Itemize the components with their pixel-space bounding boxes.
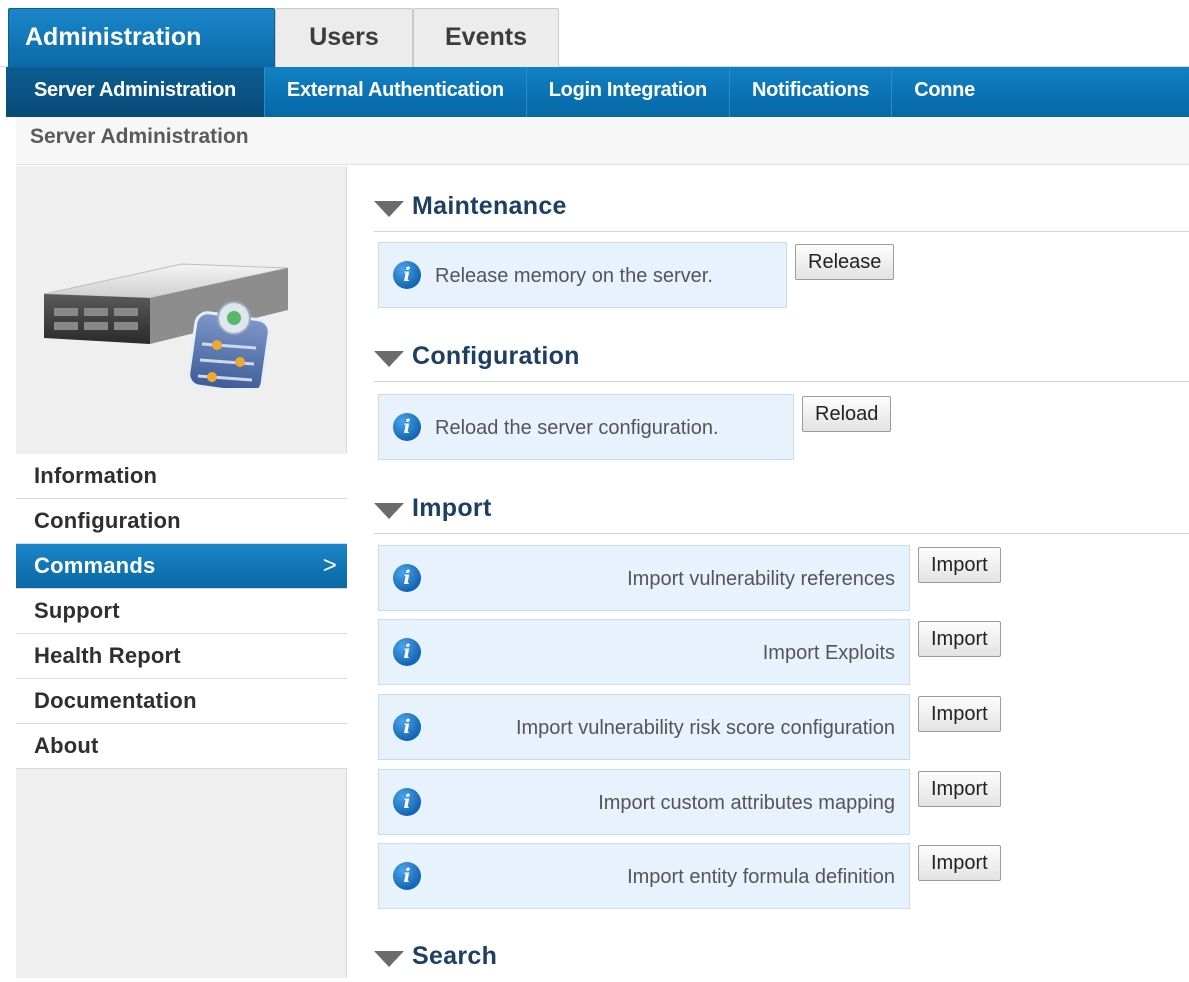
collapse-triangle-icon	[374, 951, 404, 967]
sidebar-item-commands[interactable]: Commands >	[16, 544, 347, 589]
sidebar-item-support[interactable]: Support	[16, 589, 347, 634]
top-tab-bar: Administration Users Events	[0, 0, 1189, 67]
import-custom-attributes-button[interactable]: Import	[918, 771, 1001, 807]
tab-events[interactable]: Events	[413, 8, 559, 67]
sidebar-item-label: Health Report	[34, 643, 181, 668]
sidebar-item-information[interactable]: Information	[16, 454, 347, 499]
command-import-risk-score-configuration: i Import vulnerability risk score config…	[378, 694, 910, 760]
command-description: Reload the server configuration.	[435, 417, 719, 439]
command-reload-configuration: i Reload the server configuration.	[378, 394, 794, 460]
subtab-server-administration[interactable]: Server Administration	[6, 67, 265, 117]
command-description: Release memory on the server.	[435, 265, 713, 287]
server-settings-icon	[43, 263, 289, 388]
collapse-triangle-icon	[374, 351, 404, 367]
chevron-right-icon: >	[322, 552, 337, 579]
sidebar: Information Configuration Commands > Supp…	[16, 166, 347, 978]
collapse-triangle-icon	[374, 503, 404, 519]
section-configuration-header[interactable]: Configuration	[374, 342, 1189, 382]
sidebar-item-label: About	[34, 733, 99, 758]
command-import-custom-attributes-mapping: i Import custom attributes mapping	[378, 769, 910, 835]
section-title: Search	[412, 942, 498, 970]
info-icon: i	[393, 261, 421, 289]
command-description: Import vulnerability risk score configur…	[515, 717, 895, 739]
command-import-exploits: i Import Exploits	[378, 619, 910, 685]
section-import-header[interactable]: Import	[374, 494, 1189, 534]
sidebar-item-documentation[interactable]: Documentation	[16, 679, 347, 724]
sidebar-item-label: Documentation	[34, 688, 197, 713]
sidebar-item-label: Commands	[34, 553, 156, 578]
info-icon: i	[393, 862, 421, 890]
subtab-connectors[interactable]: Conne	[892, 67, 997, 117]
import-entity-formula-button[interactable]: Import	[918, 845, 1001, 881]
section-maintenance-header[interactable]: Maintenance	[374, 192, 1189, 232]
breadcrumb: Server Administration	[16, 117, 1189, 165]
info-icon: i	[393, 564, 421, 592]
import-exploits-button[interactable]: Import	[918, 621, 1001, 657]
info-icon: i	[393, 788, 421, 816]
sidebar-item-configuration[interactable]: Configuration	[16, 499, 347, 544]
sidebar-item-label: Support	[34, 598, 120, 623]
sidebar-item-label: Configuration	[34, 508, 181, 533]
section-title: Configuration	[412, 342, 580, 370]
sub-nav-bar: Server Administration External Authentica…	[6, 67, 1189, 117]
command-description: Import vulnerability references	[627, 568, 895, 590]
command-import-vulnerability-references: i Import vulnerability references	[378, 545, 910, 611]
section-search-header[interactable]: Search	[374, 942, 1189, 982]
sidebar-menu: Information Configuration Commands > Supp…	[16, 454, 347, 769]
sidebar-item-label: Information	[34, 463, 158, 488]
sidebar-item-about[interactable]: About	[16, 724, 347, 769]
sidebar-item-health-report[interactable]: Health Report	[16, 634, 347, 679]
release-button[interactable]: Release	[795, 244, 895, 280]
subtab-external-authentication[interactable]: External Authentication	[265, 67, 527, 117]
reload-button[interactable]: Reload	[802, 396, 892, 432]
info-icon: i	[393, 638, 421, 666]
command-import-entity-formula-definition: i Import entity formula definition	[378, 843, 910, 909]
tab-users[interactable]: Users	[275, 8, 413, 67]
tab-administration[interactable]: Administration	[8, 8, 275, 67]
main-content: Maintenance i Release memory on the serv…	[348, 166, 1189, 978]
command-description: Import custom attributes mapping	[598, 792, 895, 814]
import-vulnerability-references-button[interactable]: Import	[918, 547, 1001, 583]
info-icon: i	[393, 713, 421, 741]
command-description: Import entity formula definition	[627, 866, 895, 888]
section-title: Maintenance	[412, 192, 567, 220]
info-icon: i	[393, 413, 421, 441]
command-description: Import Exploits	[762, 642, 895, 664]
section-title: Import	[412, 494, 492, 522]
command-release-memory: i Release memory on the server.	[378, 242, 787, 308]
collapse-triangle-icon	[374, 201, 404, 217]
import-risk-score-button[interactable]: Import	[918, 696, 1001, 732]
page-title: Server Administration	[30, 125, 249, 148]
subtab-login-integration[interactable]: Login Integration	[527, 67, 730, 117]
subtab-notifications[interactable]: Notifications	[730, 67, 893, 117]
